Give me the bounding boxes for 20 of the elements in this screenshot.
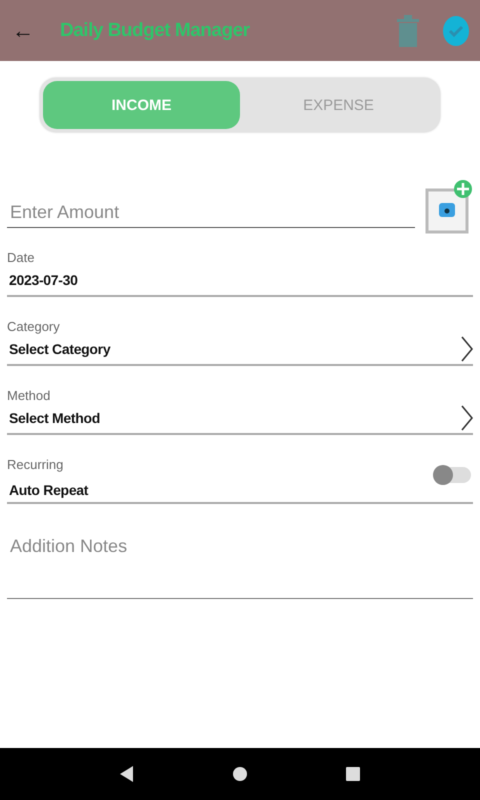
field-label: Method — [7, 388, 52, 403]
chevron-right-icon[interactable] — [461, 405, 473, 431]
select-value[interactable]: Select Category — [9, 341, 110, 357]
recents-square-icon[interactable] — [346, 767, 360, 781]
field-label: Recurring — [7, 457, 64, 472]
chevron-right-icon[interactable] — [461, 336, 473, 362]
add-photo-icon[interactable] — [425, 180, 473, 234]
switch-label: Auto Repeat — [9, 482, 88, 498]
select-value[interactable]: Select Method — [9, 410, 100, 426]
back-button[interactable]: ← — [12, 18, 34, 44]
amount-field[interactable]: Enter Amount — [10, 202, 415, 223]
field-label: Category — [7, 319, 61, 334]
date-value[interactable]: 2023-07-30 — [9, 272, 78, 288]
toggle-switch[interactable] — [433, 465, 471, 485]
home-circle-icon[interactable] — [232, 767, 247, 781]
back-triangle-icon[interactable] — [120, 766, 134, 782]
notes-field[interactable]: Addition Notes — [10, 536, 470, 557]
check-circle-icon[interactable] — [442, 14, 470, 46]
field-label: Date — [7, 250, 36, 265]
app-title: Daily Budget Manager — [60, 20, 251, 42]
